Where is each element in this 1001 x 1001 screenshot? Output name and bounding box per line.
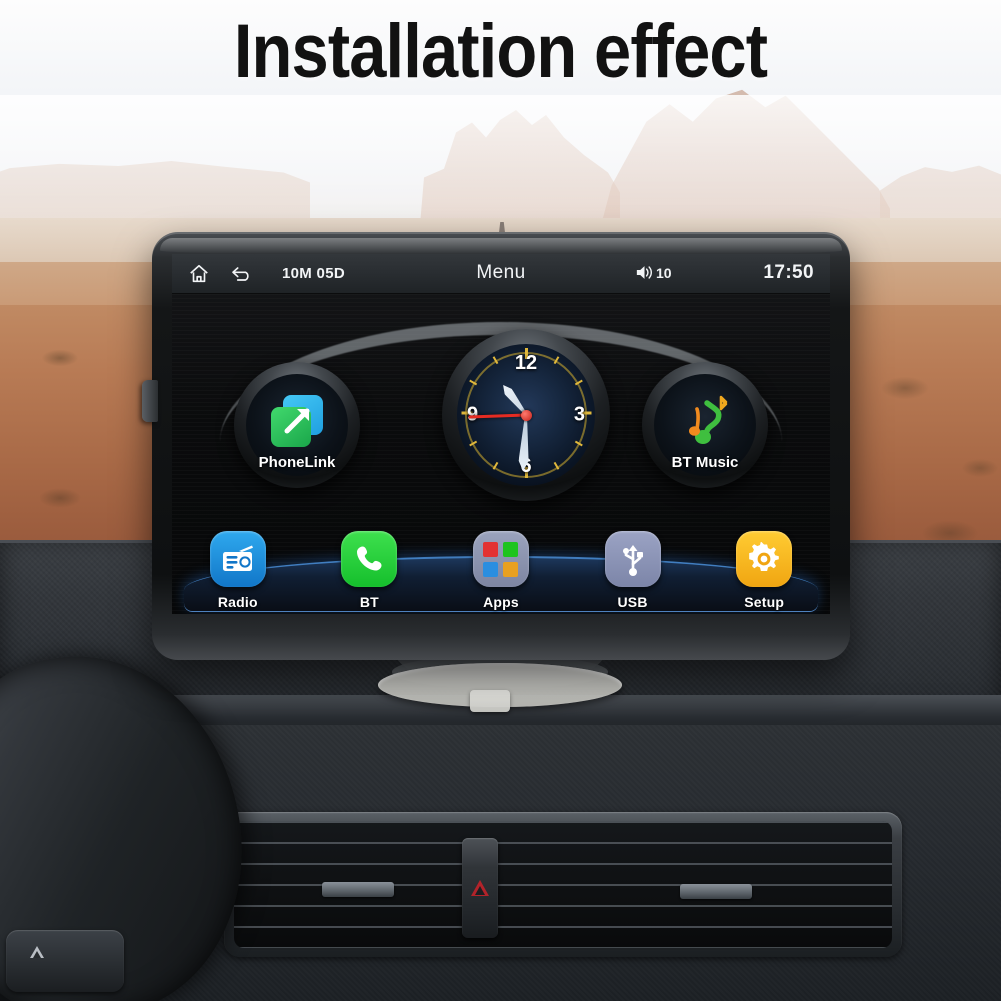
car-head-unit: 10M 05D Menu 10 17:50 PhoneLink 12 3 6 B… — [142, 232, 850, 660]
phone-icon — [341, 531, 398, 587]
apps-grid-icon — [472, 531, 529, 587]
status-bar: 10M 05D Menu 10 17:50 — [172, 254, 830, 294]
head-unit-screen: 10M 05D Menu 10 17:50 PhoneLink 12 3 6 B… — [172, 254, 830, 614]
volume-level: 10 — [656, 264, 672, 281]
side-knob[interactable] — [142, 380, 158, 422]
bluetooth-music-icon — [677, 395, 733, 449]
dock-item-setup[interactable]: Setup — [709, 531, 819, 610]
clock-face: 12 3 6 9 — [457, 344, 595, 486]
widget-clock[interactable]: 12 3 6 9 — [442, 329, 610, 501]
dock-item-bt[interactable]: BT — [314, 531, 424, 610]
apps-tile-blue — [483, 561, 499, 577]
page-title: Installation effect — [233, 9, 768, 94]
dock-item-usb[interactable]: USB — [578, 531, 688, 610]
dock-label-usb: USB — [617, 594, 648, 610]
dock-item-apps[interactable]: Apps — [446, 531, 556, 610]
status-time: 17:50 — [763, 262, 814, 283]
app-dock: Radio BT Apps USB Setup — [172, 510, 830, 614]
suction-release-tab[interactable] — [470, 690, 510, 712]
btmusic-face — [654, 374, 756, 476]
dock-item-radio[interactable]: Radio — [183, 531, 293, 610]
widget-bt-music[interactable]: BT Music — [642, 362, 768, 488]
apps-grid — [483, 541, 519, 577]
apps-tile-red — [483, 541, 499, 557]
screen-mirror-icon — [271, 395, 323, 447]
dock-label-bt: BT — [359, 594, 379, 610]
mirror-arrow-icon — [284, 408, 310, 434]
phonelink-face — [246, 374, 348, 476]
dock-label-setup: Setup — [744, 594, 785, 610]
home-screen: PhoneLink 12 3 6 9 — [172, 294, 830, 614]
vent-control-left[interactable] — [322, 882, 394, 897]
steering-wheel-button[interactable] — [6, 930, 124, 992]
vent-control-right[interactable] — [680, 884, 752, 899]
volume-indicator[interactable]: 10 — [635, 264, 672, 281]
widget-phonelink[interactable]: PhoneLink — [234, 362, 360, 488]
dock-label-apps: Apps — [483, 594, 519, 610]
hazard-triangle-icon — [471, 880, 489, 896]
wheel-button-triangle-icon — [30, 946, 44, 958]
gear-icon — [736, 531, 793, 587]
radio-icon — [209, 531, 266, 587]
dock-items: Radio BT Apps USB Setup — [172, 531, 830, 610]
apps-tile-orange — [503, 561, 519, 577]
clock-numeral-3: 3 — [573, 403, 585, 426]
hazard-light-button[interactable] — [462, 838, 498, 938]
usb-icon — [604, 531, 661, 587]
dock-label-radio: Radio — [217, 594, 258, 610]
status-title: Menu — [476, 262, 526, 283]
screenshot-stage: 120 140 160 180 200 220 — [0, 0, 1001, 1001]
clock-numeral-12: 12 — [514, 352, 538, 374]
apps-tile-green — [503, 541, 519, 557]
clock-center-cap — [520, 409, 532, 421]
